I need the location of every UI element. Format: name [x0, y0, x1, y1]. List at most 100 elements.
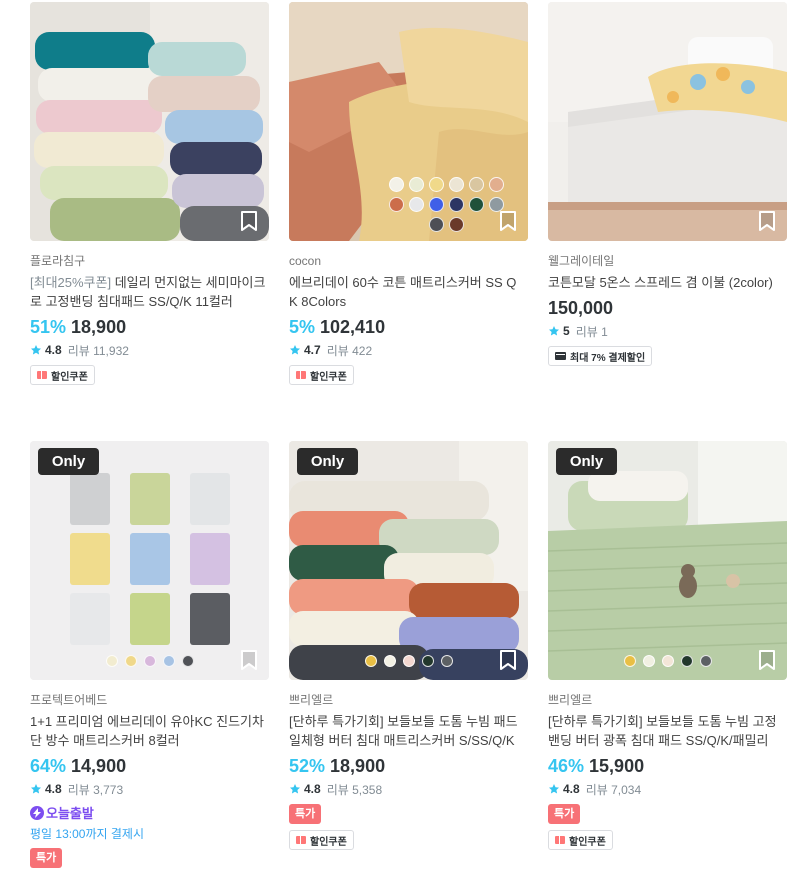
only-badge: Only [556, 448, 617, 475]
color-swatch[interactable] [448, 197, 464, 212]
coupon-tag[interactable]: 할인쿠폰 [289, 830, 354, 850]
color-swatch[interactable] [421, 655, 434, 667]
brand-name: 쁘리엘르 [548, 693, 593, 707]
review-count: 리뷰 5,358 [326, 782, 383, 797]
color-swatch[interactable] [408, 197, 424, 212]
review-count: 리뷰 7,034 [585, 782, 642, 797]
brand-name: cocon [289, 254, 322, 268]
color-swatches [289, 655, 528, 667]
coupon-icon [37, 371, 47, 379]
folded-quilts-image [30, 2, 269, 241]
color-swatch[interactable] [642, 655, 655, 667]
star-icon [31, 345, 41, 355]
color-swatch[interactable] [623, 655, 636, 667]
color-swatch[interactable] [661, 655, 674, 667]
bookmark-icon[interactable] [498, 210, 518, 232]
bookmark-icon[interactable] [757, 210, 777, 232]
bedspread-image [548, 2, 787, 241]
card-discount-tag[interactable]: 최대 7% 결제할인 [548, 346, 653, 366]
product-title[interactable]: [단하루 특가기회] 보들보들 도톰 누빔 패드 일체형 버터 침대 매트리스커… [289, 712, 528, 750]
color-swatch[interactable] [468, 197, 484, 212]
card-discount-label: 최대 7% 결제할인 [570, 352, 646, 364]
coupon-tag-label: 할인쿠폰 [51, 371, 88, 383]
color-swatch[interactable] [488, 177, 504, 192]
color-swatch[interactable] [408, 177, 424, 192]
green-mattress-pad-image [548, 441, 787, 680]
coupon-tag[interactable]: 할인쿠폰 [289, 365, 354, 385]
product-card[interactable]: 웰그레이테일 코튼모달 5온스 스프레드 겸 이불 (2color) 150,0… [548, 2, 787, 366]
coupon-tag[interactable]: 할인쿠폰 [548, 830, 613, 850]
price-row: 52% 18,900 [289, 753, 528, 779]
product-image[interactable] [548, 2, 787, 241]
product-title[interactable]: [단하루 특가기회] 보들보들 도톰 누빔 고정밴딩 버터 광폭 침대 패드 S… [548, 712, 787, 750]
special-price-badge: 특가 [289, 804, 322, 824]
price-row: 46% 15,900 [548, 753, 787, 779]
color-swatch[interactable] [402, 655, 415, 667]
product-image[interactable]: Only [289, 441, 528, 680]
product-card[interactable]: cocon 에브리데이 60수 코튼 매트리스커버 SS Q K 8Colors… [289, 2, 528, 385]
rating-row: 4.7 리뷰 422 [289, 341, 528, 359]
star-icon [31, 784, 41, 794]
product-image[interactable]: Only [548, 441, 787, 680]
color-swatch[interactable] [428, 217, 444, 232]
color-swatch[interactable] [468, 177, 484, 192]
product-card[interactable]: Only 쁘리엘르 [단하루 특가기회] 보들보들 도톰 누빔 패드 일체형 버… [289, 441, 528, 850]
price-row: 64% 14,900 [30, 753, 269, 779]
product-image[interactable] [289, 2, 528, 241]
color-swatch[interactable] [364, 655, 377, 667]
rating-row: 4.8 리뷰 3,773 [30, 780, 269, 798]
price: 150,000 [548, 297, 614, 318]
brand-name: 쁘리엘르 [289, 693, 334, 707]
rating-row: 4.8 리뷰 7,034 [548, 780, 787, 798]
coupon-prefix: [최대25%쿠폰] [30, 275, 112, 290]
color-swatch[interactable] [440, 655, 453, 667]
color-swatch[interactable] [124, 655, 137, 667]
color-swatch[interactable] [181, 655, 194, 667]
product-image[interactable]: Only [30, 441, 269, 680]
product-card[interactable]: Only 쁘리엘르 [단하루 특가기회] 보들보들 도톰 누빔 고정밴딩 버터 … [548, 441, 787, 850]
product-card[interactable]: Only 프로텍트어베드 1+1 프리미엄 에브리데이 유아KC 진드기차단 방… [30, 441, 269, 868]
product-title[interactable]: 에브리데이 60수 코튼 매트리스커버 SS Q K 8Colors [289, 273, 528, 311]
bookmark-icon[interactable] [239, 649, 259, 671]
bookmark-icon[interactable] [498, 649, 518, 671]
product-title[interactable]: 1+1 프리미엄 에브리데이 유아KC 진드기차단 방수 매트리스커버 8컬러 [30, 712, 269, 750]
coupon-icon [555, 836, 565, 844]
review-count: 리뷰 11,932 [67, 343, 129, 358]
color-swatch[interactable] [383, 655, 396, 667]
product-card[interactable]: 플로라침구 [최대25%쿠폰] 데일리 먼지없는 세미마이크로 고정밴딩 침대패… [30, 2, 269, 385]
product-title[interactable]: 코튼모달 5온스 스프레드 겸 이불 (2color) [548, 273, 787, 292]
color-swatch[interactable] [388, 177, 404, 192]
color-swatch[interactable] [428, 177, 444, 192]
color-swatch[interactable] [699, 655, 712, 667]
rating-value: 4.8 [304, 782, 321, 796]
discount-rate: 51% [30, 316, 67, 337]
color-swatch[interactable] [448, 177, 464, 192]
bookmark-icon[interactable] [757, 649, 777, 671]
review-count: 리뷰 1 [575, 324, 608, 339]
color-swatch[interactable] [388, 197, 404, 212]
lightning-icon [30, 805, 44, 820]
product-image[interactable] [30, 2, 269, 241]
star-icon [290, 345, 300, 355]
price-row: 51% 18,900 [30, 314, 269, 340]
quilted-pads-stack-image [289, 441, 528, 680]
only-badge: Only [297, 448, 358, 475]
discount-rate: 52% [289, 755, 326, 776]
color-swatch[interactable] [448, 217, 464, 232]
product-title[interactable]: [최대25%쿠폰] 데일리 먼지없는 세미마이크로 고정밴딩 침대패드 SS/Q… [30, 273, 269, 311]
brand-name: 플로라침구 [30, 254, 86, 268]
color-swatch[interactable] [680, 655, 693, 667]
color-swatch[interactable] [105, 655, 118, 667]
color-swatch[interactable] [428, 197, 444, 212]
color-swatch[interactable] [143, 655, 156, 667]
rating-row: 5 리뷰 1 [548, 322, 787, 340]
bookmark-icon[interactable] [239, 210, 259, 232]
coupon-tag[interactable]: 할인쿠폰 [30, 365, 95, 385]
only-badge: Only [38, 448, 99, 475]
price-row: 5% 102,410 [289, 314, 528, 340]
rating-row: 4.8 리뷰 5,358 [289, 780, 528, 798]
brand-name: 프로텍트어베드 [30, 693, 108, 707]
rating-value: 4.7 [304, 343, 321, 357]
color-swatch[interactable] [162, 655, 175, 667]
rating-value: 4.8 [45, 782, 62, 796]
